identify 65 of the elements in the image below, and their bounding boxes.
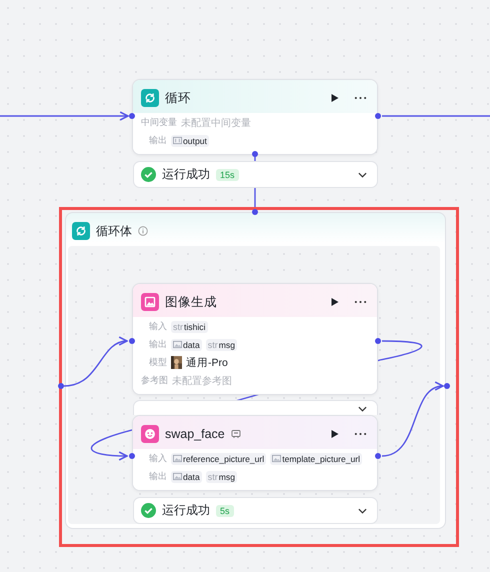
image-icon xyxy=(173,454,182,463)
success-icon xyxy=(141,167,156,182)
chevron-down-icon[interactable] xyxy=(358,508,367,514)
more-icon[interactable] xyxy=(354,96,367,100)
more-icon[interactable] xyxy=(354,432,367,436)
field-label: 模型 xyxy=(148,356,167,369)
image-icon xyxy=(272,454,282,463)
field-label: 输出 xyxy=(148,470,167,483)
object-icon xyxy=(173,136,182,145)
variable-tag: strmsg xyxy=(206,338,237,350)
more-icon[interactable] xyxy=(354,300,367,304)
loop-node-card[interactable]: 循环 中间变量 未配置中间变量 输出 output xyxy=(132,79,378,155)
port-dot[interactable] xyxy=(375,113,381,119)
status-text: 运行成功 xyxy=(162,502,210,519)
port-dot[interactable] xyxy=(129,113,135,119)
duration-tag: 5s xyxy=(216,504,234,516)
field-label: 输出 xyxy=(148,134,167,147)
field-label: 输入 xyxy=(148,452,167,465)
port-dot[interactable] xyxy=(129,338,135,344)
success-icon xyxy=(141,503,156,518)
field-label: 参考图 xyxy=(141,374,168,387)
loop-body-panel[interactable]: 循环体 图像生成 输入 strtishici 输出 data strmsg 模型 通用-Pro 参考图 未配置参考图 swap_face 输入 reference_picture_url template_picture_url 输出 data strmsg 运行成功 5s xyxy=(59,207,459,547)
image-icon xyxy=(173,472,182,481)
placeholder-text: 未配置中间变量 xyxy=(181,116,251,130)
port-dot[interactable] xyxy=(58,383,64,389)
variable-tag: reference_picture_url xyxy=(171,452,266,464)
field-label: 输出 xyxy=(148,338,167,351)
loop-icon xyxy=(72,222,90,240)
port-dot[interactable] xyxy=(375,338,381,344)
play-icon[interactable] xyxy=(330,297,340,307)
node-title: swap_face xyxy=(165,427,225,441)
face-icon xyxy=(141,425,159,443)
model-name: 通用-Pro xyxy=(186,356,228,370)
port-dot[interactable] xyxy=(444,383,450,389)
node-card[interactable]: 图像生成 输入 strtishici 输出 data strmsg 模型 通用-Pro 参考图 未配置参考图 xyxy=(132,283,378,395)
variable-tag: output xyxy=(171,134,209,146)
status-text: 运行成功 xyxy=(162,166,210,183)
play-icon[interactable] xyxy=(330,93,340,103)
info-icon[interactable] xyxy=(138,226,148,236)
run-status-bar[interactable]: 运行成功 15s xyxy=(133,161,378,188)
image-icon xyxy=(141,293,159,311)
variable-tag: data xyxy=(171,470,202,482)
plugin-icon xyxy=(230,429,241,439)
field-label: 中间变量 xyxy=(141,116,177,129)
image-icon xyxy=(173,340,182,349)
chevron-down-icon[interactable] xyxy=(358,172,367,178)
variable-tag: template_picture_url xyxy=(270,452,362,464)
loop-body-title: 循环体 xyxy=(96,222,132,240)
port-dot[interactable] xyxy=(129,453,135,459)
port-dot[interactable] xyxy=(252,151,258,157)
node-title: 图像生成 xyxy=(165,294,217,310)
chevron-down-icon[interactable] xyxy=(358,406,367,412)
node-card[interactable]: swap_face 输入 reference_picture_url template_picture_url 输出 data strmsg xyxy=(132,415,378,491)
variable-tag: data xyxy=(171,338,202,350)
node-title: 循环 xyxy=(165,90,191,106)
loop-icon xyxy=(141,89,159,107)
duration-tag: 15s xyxy=(216,168,239,180)
play-icon[interactable] xyxy=(330,429,340,439)
placeholder-text: 未配置参考图 xyxy=(172,374,232,388)
run-status-bar[interactable]: 运行成功 5s xyxy=(133,497,378,524)
variable-tag: strtishici xyxy=(171,320,208,332)
variable-tag: strmsg xyxy=(206,470,237,482)
port-dot[interactable] xyxy=(252,209,258,215)
port-dot[interactable] xyxy=(375,453,381,459)
field-label: 输入 xyxy=(148,320,167,333)
